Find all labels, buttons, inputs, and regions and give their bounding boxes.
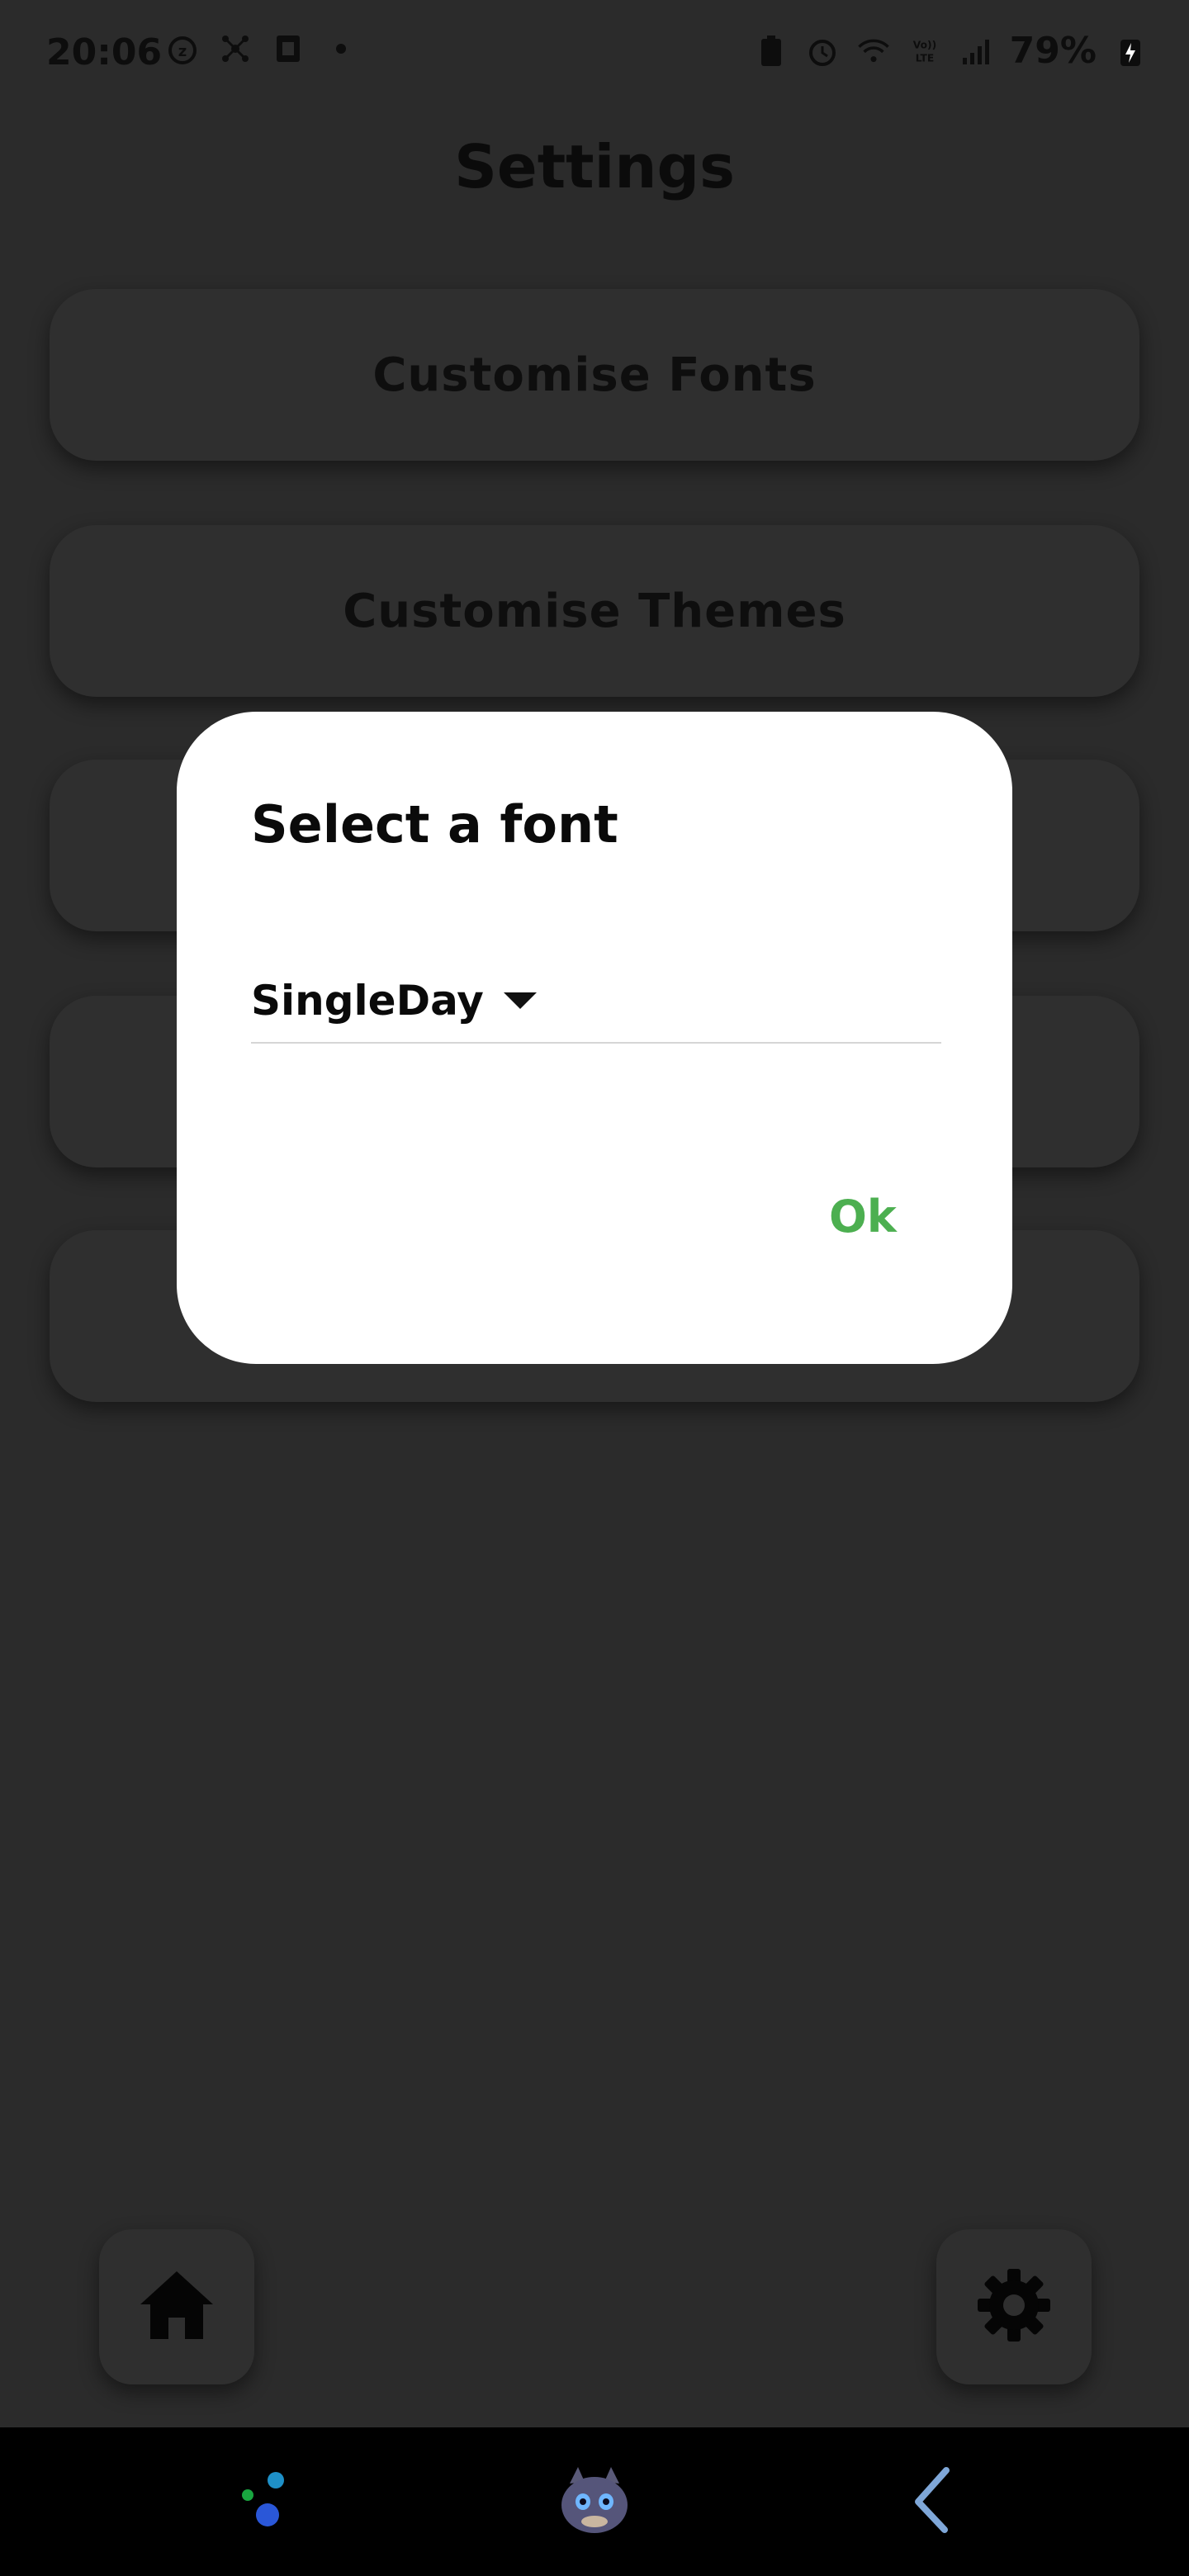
customise-themes-button[interactable]: Customise Themes <box>50 525 1139 697</box>
signal-icon <box>959 34 993 69</box>
wifi-icon <box>856 34 891 69</box>
chevron-down-icon <box>503 992 537 1009</box>
dragon-avatar-icon <box>553 2459 636 2545</box>
status-left-icons: z <box>165 31 358 66</box>
network-icon <box>218 31 253 66</box>
status-right-icons: Vo)) LTE 79% <box>754 30 1148 72</box>
status-bar: 20:06 z Vo)) LTE 79% <box>0 0 1189 107</box>
font-dropdown[interactable]: SingleDay <box>251 959 941 1044</box>
customise-fonts-label: Customise Fonts <box>372 348 817 402</box>
font-select-dialog: Select a font SingleDay Ok <box>177 712 1012 1364</box>
svg-text:LTE: LTE <box>915 52 934 64</box>
navigation-bar <box>0 2427 1189 2576</box>
dots-app-button[interactable] <box>223 2460 306 2543</box>
svg-text:z: z <box>178 43 187 60</box>
customise-fonts-button[interactable]: Customise Fonts <box>50 289 1139 461</box>
settings-screen: 20:06 z Vo)) LTE 79% Settings Customise … <box>0 0 1189 2576</box>
dot-icon <box>324 31 358 66</box>
back-button[interactable] <box>892 2460 974 2543</box>
charging-icon <box>1113 34 1148 69</box>
ok-button[interactable]: Ok <box>812 1182 913 1251</box>
dragon-avatar-button[interactable] <box>553 2460 636 2543</box>
snooze-alarm-icon: z <box>165 31 200 66</box>
page-title: Settings <box>454 132 735 201</box>
svg-text:Vo)): Vo)) <box>912 39 936 50</box>
battery-saver-icon <box>754 34 789 69</box>
back-arrow-icon <box>900 2459 966 2545</box>
home-icon <box>137 2268 216 2346</box>
volte-icon: Vo)) LTE <box>907 34 942 69</box>
dots-app-icon <box>223 2459 306 2545</box>
font-dropdown-value: SingleDay <box>251 977 484 1025</box>
alarm-icon <box>805 34 840 69</box>
settings-button[interactable] <box>936 2229 1092 2384</box>
sim-icon <box>271 31 306 66</box>
battery-percent: 79% <box>1009 30 1097 72</box>
home-button[interactable] <box>99 2229 254 2384</box>
gear-icon <box>974 2266 1054 2348</box>
dialog-title: Select a font <box>251 794 618 855</box>
customise-themes-label: Customise Themes <box>343 584 846 638</box>
status-time: 20:06 <box>46 31 163 73</box>
